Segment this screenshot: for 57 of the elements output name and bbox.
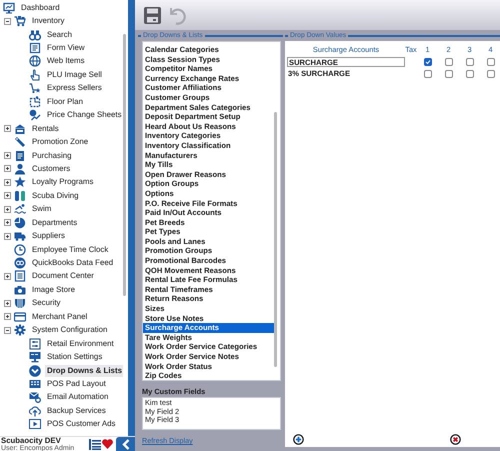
pointing-hand-icon [29,68,41,81]
monitor-icon [29,351,41,364]
document-icon [14,270,26,282]
shield-icon [14,297,26,310]
expand-icon[interactable] [4,300,11,307]
chevron-circle-icon [29,364,41,377]
expand-icon[interactable] [4,272,11,280]
sliders-icon [29,338,41,350]
play-icon [29,418,41,430]
document-icon [14,150,26,162]
add-button[interactable] [293,434,304,445]
circle-logo-icon [14,257,26,270]
truck-icon [14,230,26,242]
heart-icon[interactable] [102,439,113,449]
settings-icon [14,324,26,336]
swimmer-icon [14,203,26,216]
checkbox[interactable] [424,70,432,78]
expand-icon[interactable] [4,125,11,132]
person-icon [14,162,26,175]
checkbox[interactable] [486,58,494,66]
checkbox[interactable] [444,58,452,66]
shop-icon [14,122,26,135]
keypad-icon [29,378,41,390]
list-icon[interactable] [89,439,101,450]
cloud-upload-icon [29,404,41,417]
globe-icon [29,55,41,68]
expand-icon[interactable] [4,165,11,172]
card-icon [14,310,26,323]
scrollbar-thumb[interactable] [274,112,277,367]
chevron-left-icon [122,439,130,450]
checkbox[interactable] [424,58,432,66]
collapse-button[interactable] [116,437,135,451]
checkbox[interactable] [466,58,474,66]
cart-star-icon [29,82,41,94]
scrollbar-thumb[interactable] [123,34,126,296]
collapse-icon[interactable] [4,18,11,25]
cart-icon [14,15,26,28]
camera-icon [14,284,26,296]
checkbox[interactable] [444,70,452,78]
monitor-icon [3,2,15,14]
expand-icon[interactable] [4,313,11,320]
clock-icon [14,244,26,256]
expand-icon[interactable] [4,192,11,200]
expand-icon[interactable] [4,152,11,160]
save-button[interactable] [143,6,162,24]
checkbox[interactable] [486,70,494,78]
form-icon [29,42,41,54]
expand-icon[interactable] [4,232,11,240]
binoculars-icon [29,28,41,41]
expand-icon[interactable] [4,178,11,186]
tag-icon [14,136,26,148]
pie-chart-icon [14,216,26,229]
expand-icon[interactable] [4,206,11,213]
collapse-icon[interactable] [4,326,11,334]
checkbox[interactable] [466,70,474,78]
delete-button[interactable] [450,434,461,445]
expand-icon[interactable] [4,219,11,226]
